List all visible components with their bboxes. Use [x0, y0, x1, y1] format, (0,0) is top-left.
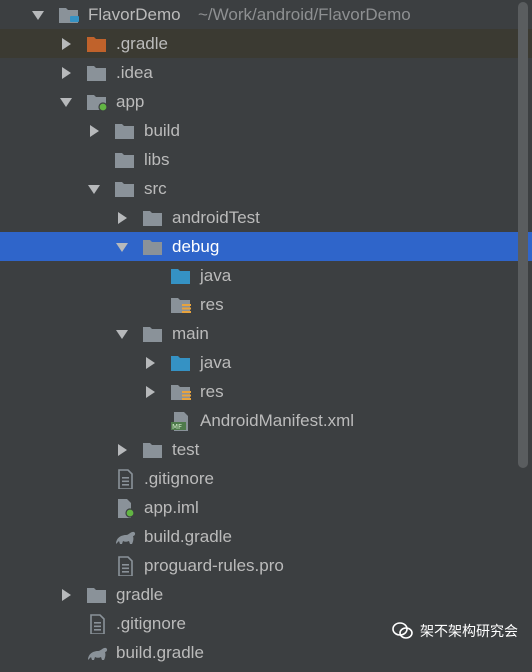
tree-row[interactable]: androidTest	[0, 203, 532, 232]
project-tree: FlavorDemo ~/Work/android/FlavorDemo .grad…	[0, 0, 532, 667]
chevron-right-icon[interactable]	[58, 58, 74, 87]
folder-icon	[86, 63, 108, 83]
tree-row-label: proguard-rules.pro	[144, 556, 284, 575]
tree-row-label: .idea	[116, 63, 153, 82]
tree-row[interactable]: .gradle	[0, 29, 532, 58]
text-file-icon	[86, 614, 108, 635]
tree-row-label: java	[200, 266, 232, 285]
tree-row-label: .gradle	[116, 34, 168, 53]
tree-row-label: app.iml	[144, 498, 199, 517]
text-file-icon	[114, 556, 136, 577]
chevron-right-icon[interactable]	[114, 203, 130, 232]
svg-text:MF: MF	[172, 423, 182, 431]
chevron-right-icon[interactable]	[142, 377, 158, 406]
tree-row[interactable]: proguard-rules.pro	[0, 551, 532, 580]
tree-row-label: res	[200, 295, 224, 314]
tree-row[interactable]: test	[0, 435, 532, 464]
project-folder-icon	[58, 5, 80, 25]
tree-row-label: FlavorDemo	[88, 5, 181, 24]
tree-row[interactable]: src	[0, 174, 532, 203]
chevron-down-icon[interactable]	[114, 319, 130, 348]
chevron-down-icon[interactable]	[114, 232, 130, 261]
watermark: 架不架构研究会	[392, 619, 518, 643]
tree-row[interactable]: app.iml	[0, 493, 532, 522]
tree-row[interactable]: java	[0, 261, 532, 290]
tree-row[interactable]: res	[0, 290, 532, 319]
source-folder-icon	[170, 353, 192, 373]
tree-row-label: src	[144, 179, 167, 198]
folder-icon	[142, 440, 164, 460]
chevron-right-icon[interactable]	[58, 580, 74, 609]
folder-icon	[114, 121, 136, 141]
tree-row-label: app	[116, 92, 145, 111]
tree-row-label: build.gradle	[144, 527, 232, 546]
chevron-right-icon[interactable]	[142, 348, 158, 377]
tree-row-label: libs	[144, 150, 170, 169]
chevron-down-icon[interactable]	[58, 87, 74, 116]
text-file-icon	[114, 469, 136, 490]
tree-row-label: build	[144, 121, 180, 140]
chevron-down-icon[interactable]	[30, 0, 46, 29]
tree-row[interactable]: main	[0, 319, 532, 348]
iml-file-icon	[114, 498, 136, 518]
tree-row[interactable]: .gitignore	[0, 464, 532, 493]
folder-icon	[142, 324, 164, 344]
tree-row[interactable]: .idea	[0, 58, 532, 87]
manifest-file-icon: MF	[170, 411, 192, 431]
tree-row[interactable]: java	[0, 348, 532, 377]
tree-row[interactable]: app	[0, 87, 532, 116]
resource-folder-icon	[170, 295, 192, 315]
tree-row-label: .gitignore	[116, 614, 186, 633]
tree-row[interactable]: build	[0, 116, 532, 145]
tree-row[interactable]: gradle	[0, 580, 532, 609]
watermark-text: 架不架构研究会	[420, 623, 518, 639]
folder-icon	[114, 150, 136, 170]
gradle-file-icon	[114, 527, 136, 547]
tree-row-label: main	[172, 324, 209, 343]
module-folder-icon	[86, 92, 108, 112]
tree-row[interactable]: res	[0, 377, 532, 406]
gradle-file-icon	[86, 643, 108, 663]
wechat-icon	[392, 621, 414, 648]
folder-icon	[142, 208, 164, 228]
folder-orange-icon	[86, 34, 108, 54]
chevron-right-icon[interactable]	[114, 435, 130, 464]
tree-row-label: AndroidManifest.xml	[200, 411, 355, 430]
chevron-down-icon[interactable]	[86, 174, 102, 203]
tree-row-label: test	[172, 440, 200, 459]
tree-row[interactable]: MF AndroidManifest.xml	[0, 406, 532, 435]
resource-folder-icon	[170, 382, 192, 402]
tree-row-label: res	[200, 382, 224, 401]
tree-row[interactable]: FlavorDemo ~/Work/android/FlavorDemo	[0, 0, 532, 29]
tree-row-label: .gitignore	[144, 469, 214, 488]
project-path: ~/Work/android/FlavorDemo	[198, 5, 411, 24]
tree-row[interactable]: build.gradle	[0, 522, 532, 551]
tree-row-label: build.gradle	[116, 643, 204, 662]
tree-row-label: java	[200, 353, 232, 372]
tree-row-label: androidTest	[172, 208, 260, 227]
tree-row[interactable]: libs	[0, 145, 532, 174]
vertical-scrollbar[interactable]	[518, 2, 528, 468]
tree-row[interactable]: debug	[0, 232, 532, 261]
source-folder-icon	[170, 266, 192, 286]
tree-row-label: debug	[172, 237, 220, 256]
folder-icon	[86, 585, 108, 605]
folder-icon	[142, 237, 164, 257]
chevron-right-icon[interactable]	[86, 116, 102, 145]
folder-icon	[114, 179, 136, 199]
tree-row-label: gradle	[116, 585, 164, 604]
chevron-right-icon[interactable]	[58, 29, 74, 58]
